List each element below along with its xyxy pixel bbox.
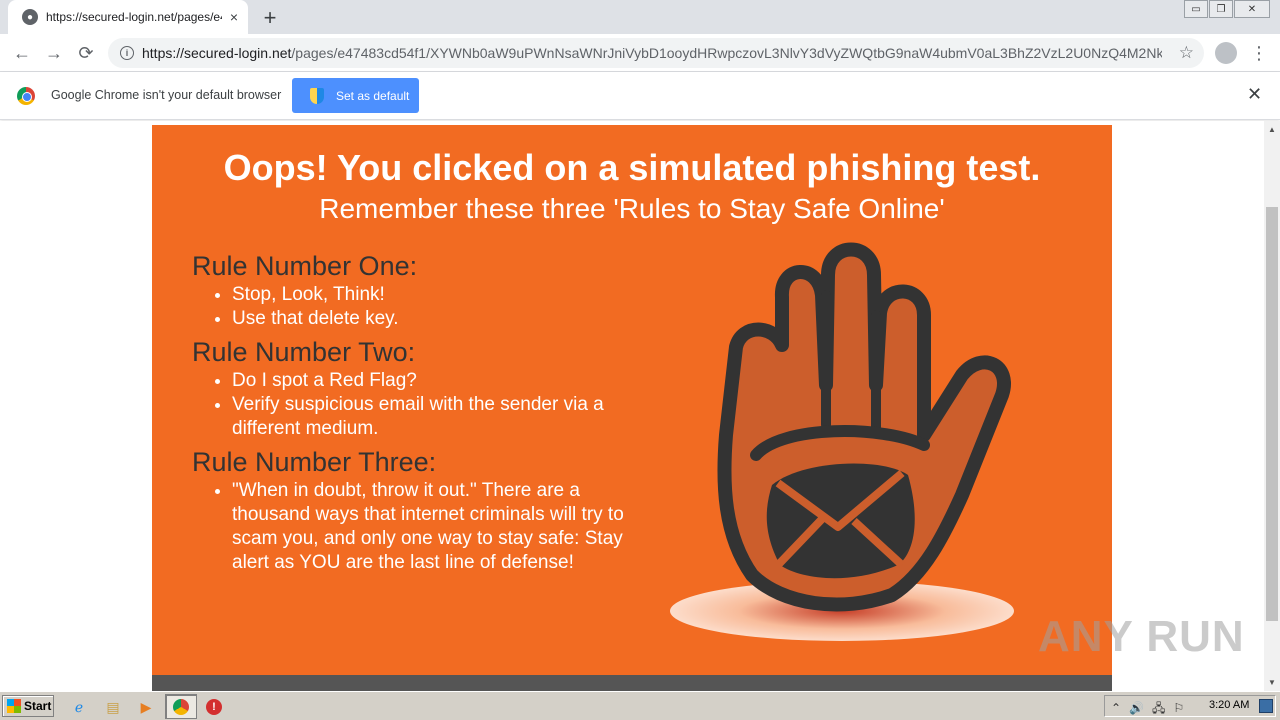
tray-icons[interactable]: ⌃🔊🖧⚐	[1111, 699, 1192, 720]
tab-active[interactable]: ● https://secured-login.net/pages/e47 ×	[8, 0, 248, 34]
page-headline: Oops! You clicked on a simulated phishin…	[223, 147, 1041, 188]
tab-close-icon[interactable]: ×	[230, 10, 238, 24]
default-browser-infobar: Google Chrome isn't your default browser…	[0, 72, 1280, 120]
scroll-up-icon[interactable]: ▲	[1268, 125, 1276, 134]
rule-one-items: Stop, Look, Think! Use that delete key.	[232, 283, 632, 331]
url-path: /pages/e47483cd54f1/XYWNb0aW9uPWnNsaWNrJ…	[291, 45, 1162, 61]
ie-icon[interactable]: ℯ	[68, 696, 90, 718]
minimize-button[interactable]: ▭	[1184, 0, 1208, 18]
page-subheadline: Remember these three 'Rules to Stay Safe…	[319, 193, 945, 224]
rules-list: Rule Number One: Stop, Look, Think! Use …	[192, 249, 632, 579]
rule-two-items: Do I spot a Red Flag? Verify suspicious …	[232, 369, 632, 441]
forward-button[interactable]: →	[42, 41, 66, 65]
restore-button[interactable]: ❐	[1209, 0, 1233, 18]
stop-hand-illustration	[662, 235, 1022, 655]
rule-one-title: Rule Number One:	[192, 251, 418, 281]
list-item: Verify suspicious email with the sender …	[232, 393, 632, 441]
banner-footer-bar	[152, 675, 1112, 691]
chrome-icon	[170, 696, 192, 718]
start-button[interactable]: Start	[2, 695, 54, 717]
list-item: Use that delete key.	[232, 307, 632, 331]
bookmark-star-icon[interactable]: ☆	[1179, 43, 1194, 63]
taskbar-clock[interactable]: 3:20 AM	[1209, 699, 1249, 711]
windows-taskbar: Start ℯ ▤ ▶ ! ⌃🔊🖧⚐ 3:20 AM	[0, 691, 1280, 720]
back-button[interactable]: ←	[10, 41, 34, 65]
new-tab-button[interactable]: +	[258, 6, 282, 30]
address-url[interactable]: https://secured-login.net/pages/e47483cd…	[142, 45, 1162, 61]
rule-three-items: "When in doubt, throw it out." There are…	[232, 479, 632, 575]
browser-menu-icon[interactable]: ⋮	[1250, 40, 1268, 66]
explorer-icon[interactable]: ▤	[102, 696, 124, 718]
phishing-banner: Oops! You clicked on a simulated phishin…	[152, 125, 1112, 675]
system-tray: ⌃🔊🖧⚐ 3:20 AM	[1104, 695, 1276, 717]
tab-title: https://secured-login.net/pages/e47	[45, 10, 222, 24]
scroll-down-icon[interactable]: ▼	[1268, 678, 1276, 687]
uac-shield-icon	[310, 87, 324, 104]
url-host: https://secured-login.net	[142, 45, 292, 61]
infobar-close-icon[interactable]: ✕	[1247, 85, 1262, 103]
set-default-label: Set as default	[336, 88, 410, 103]
chrome-logo-icon	[17, 87, 35, 105]
site-info-icon[interactable]: i	[120, 46, 134, 60]
start-label: Start	[24, 699, 52, 713]
globe-icon: ●	[22, 9, 38, 25]
list-item: "When in doubt, throw it out." There are…	[232, 479, 632, 575]
list-item: Stop, Look, Think!	[232, 283, 632, 307]
windows-logo-icon	[7, 699, 21, 713]
anyrun-watermark: ANY RUN	[1038, 612, 1245, 661]
media-player-icon[interactable]: ▶	[135, 696, 157, 718]
rule-two-title: Rule Number Two:	[192, 337, 416, 367]
profile-avatar[interactable]	[1215, 42, 1237, 64]
hand-envelope-icon	[670, 242, 1014, 641]
reload-button[interactable]: ⟳	[74, 41, 98, 65]
scroll-thumb[interactable]	[1266, 207, 1278, 621]
window-close-button[interactable]: ✕	[1234, 0, 1270, 18]
page-scrollbar[interactable]: ▲ ▼	[1264, 121, 1280, 691]
show-desktop-icon[interactable]	[1259, 699, 1273, 713]
infobar-message: Google Chrome isn't your default browser	[51, 88, 282, 102]
rule-three-title: Rule Number Three:	[192, 447, 437, 477]
tab-strip: ● https://secured-login.net/pages/e47 × …	[0, 0, 1280, 34]
address-bar[interactable]: i https://secured-login.net/pages/e47483…	[108, 38, 1204, 68]
list-item: Do I spot a Red Flag?	[232, 369, 632, 393]
page-viewport: Oops! You clicked on a simulated phishin…	[0, 121, 1264, 691]
set-default-button[interactable]: Set as default	[292, 78, 419, 113]
browser-toolbar: ← → ⟳ i https://secured-login.net/pages/…	[0, 34, 1280, 72]
stop-icon[interactable]: !	[203, 696, 225, 718]
